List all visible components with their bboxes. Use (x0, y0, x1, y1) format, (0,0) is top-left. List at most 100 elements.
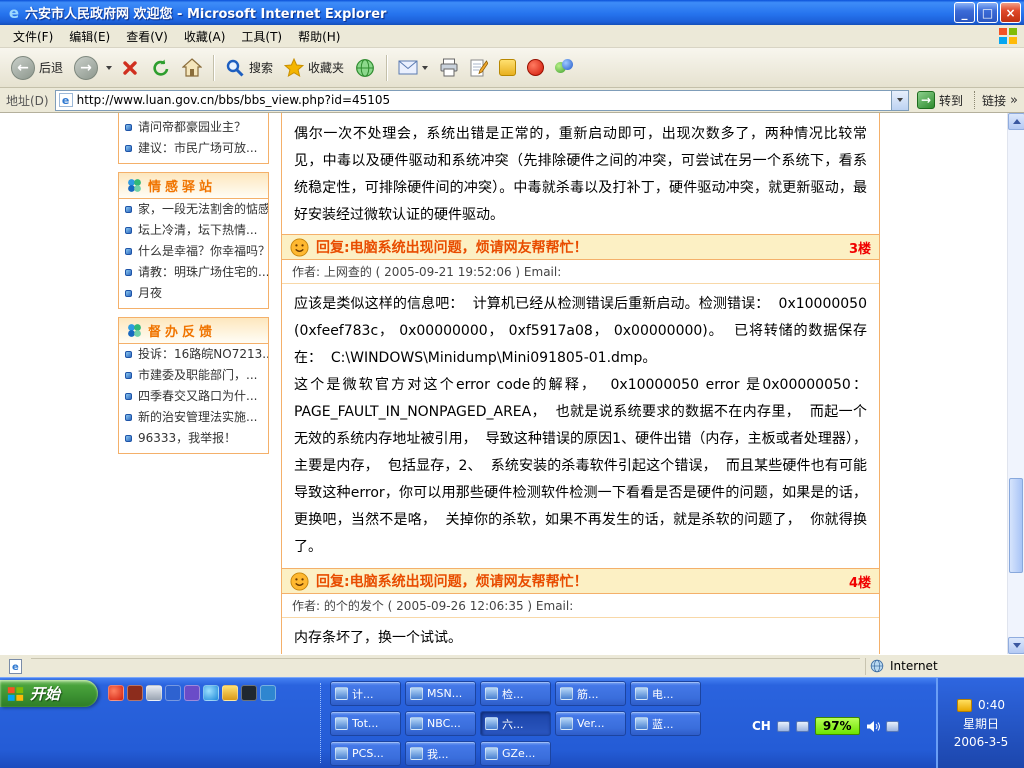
messenger-app-button[interactable] (552, 57, 576, 78)
links-grip[interactable] (974, 91, 975, 109)
go-button[interactable]: → 转到 (913, 91, 967, 109)
menu-help[interactable]: 帮助(H) (291, 26, 347, 47)
taskbar-button[interactable]: MSN... (405, 681, 476, 706)
menu-view[interactable]: 查看(V) (119, 26, 175, 47)
forward-button[interactable]: → (71, 54, 101, 82)
vertical-scrollbar[interactable] (1007, 113, 1024, 654)
mail-icon (398, 60, 418, 75)
quick-launch-icon-1[interactable] (108, 685, 124, 701)
forward-dropdown-icon[interactable] (106, 66, 112, 70)
taskbar-button[interactable]: GZe... (480, 741, 551, 766)
quick-launch-icon-4[interactable] (165, 685, 181, 701)
minimize-button[interactable]: _ (954, 2, 975, 23)
history-button[interactable] (352, 56, 378, 80)
quick-launch-icon-5[interactable] (184, 685, 200, 701)
sidebar-link[interactable]: 四季春交又路口为什... (119, 386, 268, 407)
sidebar-link[interactable]: 请问帝都豪园业主？ (119, 117, 268, 138)
sidebar-link[interactable]: 请教：明珠广场住宅的... (119, 262, 268, 283)
quick-launch-icon-7[interactable] (222, 685, 238, 701)
address-dropdown-button[interactable] (891, 91, 908, 110)
mail-button[interactable] (395, 58, 431, 77)
quick-launch-icon-2[interactable] (127, 685, 143, 701)
taskbar-grip[interactable] (320, 683, 321, 763)
smiley-icon (290, 572, 309, 591)
taskbar-button[interactable]: NBC... (405, 711, 476, 736)
links-label[interactable]: 链接 (982, 92, 1006, 109)
menu-tools[interactable]: 工具(T) (234, 26, 289, 47)
menu-file[interactable]: 文件(F) (6, 26, 60, 47)
tray-app-icon[interactable] (796, 721, 809, 732)
notes-app-button[interactable] (496, 57, 519, 78)
start-label: 开始 (30, 683, 60, 704)
smiley-icon (290, 238, 309, 257)
sidebar-link[interactable]: 家，一段无法割舍的惦感 (119, 199, 268, 220)
favorites-button[interactable]: 收藏夹 (281, 56, 347, 80)
close-button[interactable]: × (1000, 2, 1021, 23)
taskbar-button[interactable]: 计... (330, 681, 401, 706)
clock-weekday: 星期日 (963, 715, 999, 732)
qq-app-icon (527, 59, 544, 76)
quick-launch-icon-9[interactable] (260, 685, 276, 701)
mail-dropdown-icon (422, 66, 428, 70)
window-icon (485, 687, 498, 700)
star-icon (284, 58, 304, 78)
sidebar-link[interactable]: 96333，我举报！ (119, 428, 268, 449)
sidebar-link[interactable]: 建议：市民广场可放... (119, 138, 268, 159)
author-line: 作者: 的个的发个 ( 2005-09-26 12:06:35 ) Email: (282, 594, 879, 618)
menu-edit[interactable]: 编辑(E) (62, 26, 117, 47)
sidebar-link[interactable]: 坛上冷清，坛下热情... (119, 220, 268, 241)
address-input[interactable]: e http://www.luan.gov.cn/bbs/bbs_view.ph… (55, 90, 909, 111)
quick-launch-icon-6[interactable] (203, 685, 219, 701)
notes-app-icon (499, 59, 516, 76)
taskbar-button[interactable]: 我... (405, 741, 476, 766)
language-indicator[interactable]: CH (752, 719, 771, 733)
home-button[interactable] (179, 56, 205, 79)
sidebar-link[interactable]: 什么是幸福？你幸福吗？ (119, 241, 268, 262)
edit-icon (470, 58, 488, 77)
links-overflow-chevron[interactable]: » (1010, 93, 1020, 108)
taskbar-button[interactable]: Ver... (555, 711, 626, 736)
taskbar-button[interactable]: 蓝... (630, 711, 701, 736)
back-button[interactable]: ← 后退 (8, 54, 66, 82)
sidebar-link[interactable]: 市建委及职能部门，... (119, 365, 268, 386)
taskbar-button[interactable]: PCS... (330, 741, 401, 766)
section-header: 情感驿站 (119, 173, 268, 199)
taskbar-button[interactable]: 电... (630, 681, 701, 706)
taskbar-button[interactable]: 筋... (555, 681, 626, 706)
battery-indicator[interactable]: 97% (815, 717, 860, 735)
bullet-icon (125, 290, 132, 297)
taskbar-button[interactable]: 检... (480, 681, 551, 706)
keyboard-icon[interactable] (777, 721, 790, 732)
start-button[interactable]: 开始 (0, 680, 98, 707)
scroll-down-button[interactable] (1008, 637, 1024, 654)
window-icon (410, 747, 423, 760)
menu-favorites[interactable]: 收藏(A) (177, 26, 233, 47)
author-line: 作者: 上网查的 ( 2005-09-21 19:52:06 ) Email: (282, 260, 879, 284)
sidebar-link[interactable]: 新的治安管理法实施... (119, 407, 268, 428)
qq-app-button[interactable] (524, 57, 547, 78)
quick-launch-icon-3[interactable] (146, 685, 162, 701)
taskbar-button[interactable]: Tot... (330, 711, 401, 736)
status-message-area (31, 658, 860, 674)
edit-button[interactable] (467, 56, 491, 79)
taskbar-button-active[interactable]: 六... (480, 711, 551, 736)
security-zone: Internet (865, 658, 1020, 675)
print-button[interactable] (436, 56, 462, 79)
sidebar-link[interactable]: 月夜 (119, 283, 268, 304)
scrollbar-thumb[interactable] (1009, 478, 1023, 573)
bullet-icon (125, 269, 132, 276)
page-icon: e (59, 93, 73, 107)
volume-icon[interactable] (866, 720, 880, 733)
url-text[interactable]: http://www.luan.gov.cn/bbs/bbs_view.php?… (77, 93, 887, 107)
window-icon (635, 687, 648, 700)
scroll-up-button[interactable] (1008, 113, 1024, 130)
sidebar-link[interactable]: 投诉：16路皖NO7213... (119, 344, 268, 365)
clock-panel[interactable]: 0:40 星期日 2006-3-5 (936, 678, 1024, 768)
quick-launch-icon-8[interactable] (241, 685, 257, 701)
maximize-button[interactable]: □ (977, 2, 998, 23)
refresh-button[interactable] (148, 56, 174, 80)
reply-header: 回复:电脑系统出现问题，烦请网友帮帮忙！ 4楼 (282, 568, 879, 594)
stop-button[interactable] (117, 56, 143, 80)
search-button[interactable]: 搜索 (222, 56, 276, 80)
network-icon[interactable] (886, 721, 899, 732)
